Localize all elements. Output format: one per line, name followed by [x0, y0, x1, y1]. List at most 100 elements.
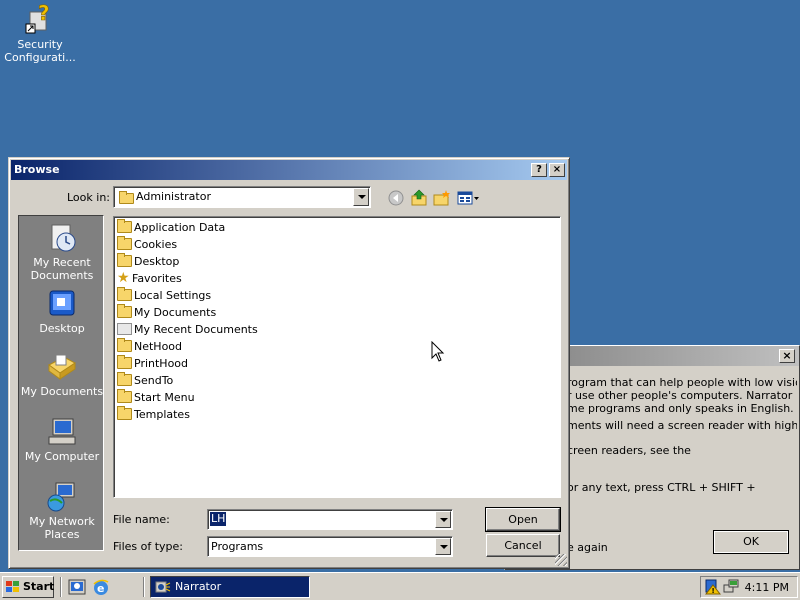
- file-name-dropdown-arrow[interactable]: [435, 511, 451, 528]
- file-name-value: LH: [210, 512, 227, 526]
- view-menu-icon[interactable]: [457, 189, 481, 207]
- file-name: NetHood: [134, 340, 183, 353]
- cancel-button[interactable]: Cancel: [486, 534, 560, 557]
- place-desktop[interactable]: Desktop: [19, 288, 105, 335]
- list-item[interactable]: Cookies: [117, 236, 177, 253]
- narrator-app-icon: [155, 581, 171, 593]
- taskbar-item-label: Narrator: [175, 580, 222, 593]
- folder-icon: [117, 372, 132, 386]
- file-name: Templates: [134, 408, 190, 421]
- resize-grip[interactable]: [555, 554, 567, 566]
- narrator-line: ments will need a screen reader with hig…: [567, 419, 797, 432]
- file-name: Cookies: [134, 238, 178, 251]
- file-name: Local Settings: [134, 289, 212, 302]
- desktop-icon: [46, 288, 78, 320]
- narrator-close-button[interactable]: ×: [779, 349, 795, 363]
- internet-explorer-icon[interactable]: e: [92, 578, 110, 596]
- browse-titlebar: Browse ? ×: [11, 160, 567, 180]
- svg-text:e: e: [97, 582, 104, 595]
- narrator-ok-button[interactable]: OK: [713, 530, 789, 554]
- files-of-type-dropdown-arrow[interactable]: [435, 538, 451, 555]
- start-button[interactable]: Start: [2, 576, 54, 598]
- list-item[interactable]: Application Data: [117, 219, 225, 236]
- list-item[interactable]: Desktop: [117, 253, 179, 270]
- folder-icon: [117, 287, 132, 301]
- file-name: SendTo: [134, 374, 174, 387]
- file-name-field[interactable]: LH: [207, 509, 453, 530]
- up-folder-icon[interactable]: [410, 189, 428, 207]
- my-computer-icon: [46, 416, 78, 448]
- list-item[interactable]: PrintHood: [117, 355, 188, 372]
- look-in-combo[interactable]: Administrator: [113, 186, 371, 208]
- files-of-type-select[interactable]: Programs: [207, 536, 453, 557]
- files-of-type-label: Files of type:: [113, 540, 184, 553]
- folder-icon: [117, 389, 132, 403]
- clock: 4:11 PM: [744, 581, 789, 594]
- network-tray-icon[interactable]: [723, 579, 739, 595]
- new-folder-icon[interactable]: [433, 189, 451, 207]
- place-label: My Documents: [20, 385, 104, 398]
- file-name: Desktop: [134, 255, 180, 268]
- narrator-line: or any text, press CTRL + SHIFT +: [567, 481, 756, 494]
- list-item[interactable]: My Documents: [117, 304, 216, 321]
- system-tray: ! 4:11 PM: [700, 576, 798, 598]
- narrator-again-text: e again: [567, 541, 608, 554]
- folder-icon: [117, 304, 132, 318]
- files-of-type-value: Programs: [211, 540, 264, 553]
- file-name: My Recent Documents: [134, 323, 258, 336]
- security-config-icon: ?: [24, 1, 56, 34]
- place-label: My Recent Documents: [30, 256, 94, 282]
- folder-icon: [119, 191, 134, 204]
- list-item[interactable]: ★ Favorites: [117, 270, 182, 287]
- list-item[interactable]: Start Menu: [117, 389, 195, 406]
- places-bar: My Recent Documents Desktop My Documents…: [18, 215, 104, 551]
- narrator-line: rogram that can help people with low vis…: [567, 376, 797, 389]
- file-list[interactable]: Application Data Cookies Desktop ★ Favori…: [113, 216, 561, 498]
- look-in-dropdown-arrow[interactable]: [353, 188, 369, 206]
- folder-icon: [117, 253, 132, 267]
- look-in-label: Look in:: [67, 191, 110, 204]
- close-button[interactable]: ×: [549, 163, 565, 177]
- my-documents-icon: [46, 351, 78, 383]
- windows-logo-icon: [6, 581, 19, 592]
- place-my-documents[interactable]: My Documents: [19, 351, 105, 398]
- list-item[interactable]: SendTo: [117, 372, 173, 389]
- security-configuration-desktop-icon[interactable]: ? Security Configurati...: [4, 1, 76, 64]
- folder-icon: [117, 338, 132, 352]
- back-icon[interactable]: [387, 189, 405, 207]
- security-warning-icon[interactable]: !: [705, 579, 721, 595]
- file-name: Application Data: [134, 221, 226, 234]
- file-name-label: File name:: [113, 513, 170, 526]
- network-places-icon: [46, 481, 78, 513]
- desktop-icon-label: Security Configurati...: [4, 38, 76, 64]
- start-label: Start: [23, 580, 55, 593]
- place-my-computer[interactable]: My Computer: [19, 416, 105, 463]
- place-label: Desktop: [39, 322, 85, 335]
- place-my-recent-documents[interactable]: My Recent Documents: [19, 222, 105, 282]
- recent-docs-icon: [117, 323, 132, 335]
- folder-icon: [117, 219, 132, 233]
- narrator-body-text: rogram that can help people with low vis…: [567, 376, 797, 498]
- star-icon: ★: [117, 270, 130, 286]
- file-name: PrintHood: [134, 357, 189, 370]
- file-name: Favorites: [132, 272, 182, 285]
- recent-docs-icon: [46, 222, 78, 254]
- show-desktop-icon[interactable]: [68, 578, 86, 596]
- taskbar: Start e Narrator ! 4:11 PM: [0, 572, 800, 600]
- place-label: My Computer: [24, 450, 100, 463]
- list-item[interactable]: NetHood: [117, 338, 182, 355]
- list-item[interactable]: Templates: [117, 406, 190, 423]
- help-button[interactable]: ?: [531, 163, 547, 177]
- browse-dialog: Browse ? × Look in: Administrator My Rec…: [8, 157, 570, 569]
- narrator-line: me programs and only speaks in English.: [567, 402, 794, 415]
- list-item[interactable]: My Recent Documents: [117, 321, 258, 338]
- file-name: My Documents: [134, 306, 217, 319]
- open-button[interactable]: Open: [485, 507, 561, 532]
- taskbar-item-narrator[interactable]: Narrator: [150, 576, 310, 598]
- mouse-cursor-icon: [431, 341, 445, 362]
- list-item[interactable]: Local Settings: [117, 287, 211, 304]
- file-name: Start Menu: [134, 391, 195, 404]
- taskbar-separator: [60, 577, 62, 597]
- taskbar-separator: [143, 577, 145, 597]
- place-my-network-places[interactable]: My Network Places: [19, 481, 105, 541]
